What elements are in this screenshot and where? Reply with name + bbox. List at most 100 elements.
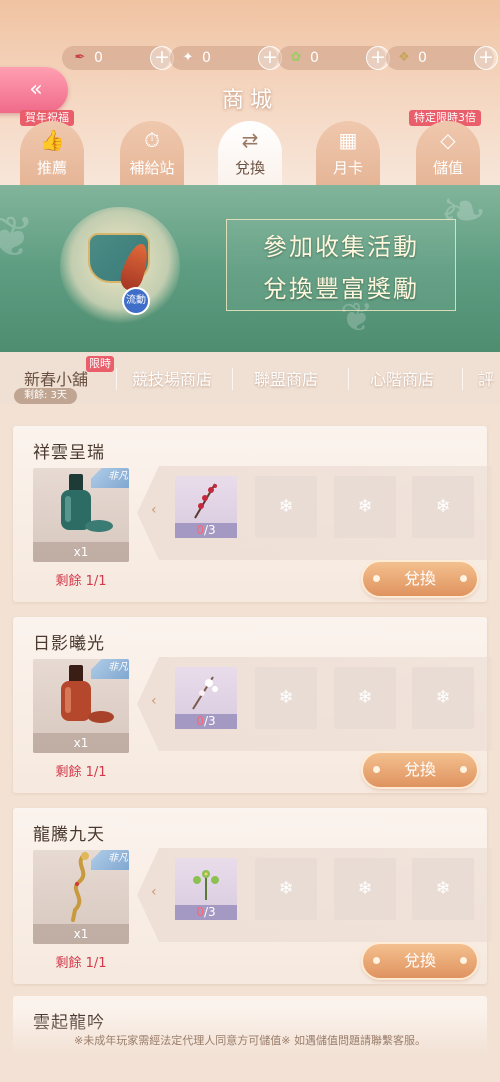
remaining-count: 剩餘 1/1: [55, 574, 107, 589]
subtab-review-shop[interactable]: 評: [478, 366, 494, 390]
reward-quantity: x1: [33, 924, 129, 944]
divider: [348, 368, 349, 390]
card-title: 龍騰九天: [33, 825, 105, 845]
tab-label: 推薦: [36, 159, 67, 177]
material-have: 0: [196, 523, 204, 537]
remaining-count: 剩餘 1/1: [55, 765, 107, 780]
green-leaf-icon: ✿: [290, 50, 302, 65]
snowflake-icon: ❄: [435, 496, 451, 517]
exchange-button[interactable]: 兌換: [363, 753, 477, 787]
remaining-count: 剩餘 1/1: [55, 956, 107, 971]
material-slot[interactable]: 0/3: [175, 858, 237, 920]
tab-topup[interactable]: ◇ 儲值: [416, 121, 480, 185]
currency-value: 0: [418, 50, 427, 66]
chevron-left-icon: ‹: [151, 502, 157, 518]
snowflake-icon: ❄: [278, 687, 294, 708]
material-need: /3: [203, 905, 216, 919]
reward-item[interactable]: 非凡 x1: [33, 659, 129, 753]
red-plum-branch-icon: [194, 483, 217, 519]
bottom-fade: [0, 1016, 500, 1082]
empty-slot: ❄: [255, 858, 317, 920]
exchange-button[interactable]: 兌換: [363, 562, 477, 596]
snowflake-icon: ❄: [435, 878, 451, 899]
chevron-left-icon: ‹: [151, 884, 157, 900]
tab-label: 補給站: [129, 159, 175, 177]
exchange-card: 祥雲呈瑞 非凡 x1 剩餘 1/1 ‹ 0/3 ❄ ❄ ❄ 兌換: [13, 426, 492, 602]
red-quill-icon: ✒: [74, 50, 86, 65]
snowflake-icon: ❄: [357, 496, 373, 517]
exchange-list: 祥雲呈瑞 非凡 x1 剩餘 1/1 ‹ 0/3 ❄ ❄ ❄ 兌換 日影曦光 非凡…: [0, 404, 500, 1082]
empty-slot: ❄: [255, 476, 317, 538]
empty-slot: ❄: [412, 667, 474, 729]
material-have: 0: [196, 905, 204, 919]
divider: [232, 368, 233, 390]
shop-subtabs: 新春小舖 限時 剩餘: 3天 競技場商店 聯盟商店 心階商店 評: [0, 352, 500, 404]
tab-label: 兌換: [234, 159, 265, 177]
currency-value: 0: [310, 50, 319, 66]
rarity-badge: 非凡: [91, 468, 129, 488]
snowflake-icon: ❄: [357, 687, 373, 708]
empty-slot: ❄: [255, 667, 317, 729]
snowflake-icon: ❄: [278, 496, 294, 517]
reward-quantity: x1: [33, 542, 129, 562]
card-title: 祥雲呈瑞: [33, 443, 105, 463]
currency-leaf: ✿ 0 +: [278, 46, 390, 70]
tab-label: 儲值: [432, 159, 463, 177]
white-blossom-branch-icon: [192, 676, 218, 710]
tab-exchange[interactable]: ⇄ 兌換: [218, 121, 282, 185]
exchange-button-label: 兌換: [403, 569, 436, 588]
exchange-icon: ⇄: [241, 128, 259, 152]
header-area: ✒ 0 + ✦ 0 + ✿ 0 + ❖ 0 + « 商城 賀年祝福 特定限時3倍…: [0, 0, 500, 185]
material-have: 0: [196, 714, 204, 728]
subtab-arena-shop[interactable]: 競技場商店: [132, 366, 212, 390]
empty-slot: ❄: [334, 667, 396, 729]
currency-value: 0: [94, 50, 103, 66]
exchange-button-label: 兌換: [403, 951, 436, 970]
empty-slot: ❄: [412, 858, 474, 920]
currency-value: 0: [202, 50, 211, 66]
tab-label: 月卡: [332, 159, 363, 177]
exchange-button[interactable]: 兌換: [363, 944, 477, 978]
cloud-ornament-icon: ❦: [0, 205, 35, 270]
subtab-spring-shop[interactable]: 新春小舖: [24, 366, 88, 390]
event-banner[interactable]: ❦ ❧ ❦ 流動 參加收集活動 兌換豐富獎勵: [0, 185, 500, 352]
tab-supply[interactable]: ⏱ 補給站: [120, 121, 184, 185]
clock-icon: ⏱: [144, 128, 160, 152]
reward-quantity: x1: [33, 733, 129, 753]
currency-quill: ✒ 0 +: [62, 46, 174, 70]
limited-time-badge: 限時: [86, 356, 114, 372]
gold-gem-icon: ❖: [398, 50, 410, 65]
banner-line2: 兌換豐富獎勵: [263, 275, 419, 303]
empty-slot: ❄: [334, 476, 396, 538]
empty-slot: ❄: [412, 476, 474, 538]
snowflake-icon: ❄: [435, 687, 451, 708]
tab-monthly-card[interactable]: ▦ 月卡: [316, 121, 380, 185]
currency-star: ✦ 0 +: [170, 46, 282, 70]
exchange-card: 日影曦光 非凡 x1 剩餘 1/1 ‹ 0/3 ❄ ❄ ❄ 兌換: [13, 617, 492, 793]
empty-slot: ❄: [334, 858, 396, 920]
subtab-heart-shop[interactable]: 心階商店: [370, 366, 434, 390]
chevron-left-icon: ‹: [151, 693, 157, 709]
reward-item[interactable]: 非凡 x1: [33, 850, 129, 944]
footer-notice: ※未成年玩家需經法定代理人同意方可儲值※ 如遇儲值問題請聯繫客服。: [74, 1034, 426, 1047]
banner-artwork: 流動: [60, 207, 180, 325]
reward-item[interactable]: 非凡 x1: [33, 468, 129, 562]
material-need: /3: [203, 523, 216, 537]
tab-recommend[interactable]: 👍 推薦: [20, 121, 84, 185]
rarity-badge: 非凡: [91, 659, 129, 679]
add-currency-button[interactable]: +: [474, 46, 498, 70]
material-slot[interactable]: 0/3: [175, 667, 237, 729]
exchange-button-label: 兌換: [403, 760, 436, 779]
material-count: 0/3: [175, 714, 237, 729]
material-slot[interactable]: 0/3: [175, 476, 237, 538]
diamond-icon: ◇: [440, 128, 456, 152]
material-count: 0/3: [175, 905, 237, 920]
material-need: /3: [203, 714, 216, 728]
green-flower-sprig-icon: [193, 870, 219, 900]
divider: [116, 368, 117, 390]
banner-line1: 參加收集活動: [263, 233, 419, 261]
currency-gem: ❖ 0 +: [386, 46, 498, 70]
remaining-days-badge: 剩餘: 3天: [14, 388, 77, 404]
subtab-alliance-shop[interactable]: 聯盟商店: [254, 366, 318, 390]
currency-bar: ✒ 0 + ✦ 0 + ✿ 0 + ❖ 0 +: [62, 46, 500, 70]
